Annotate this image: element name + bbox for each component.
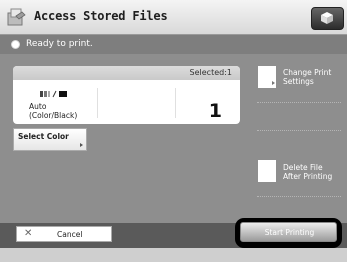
print-settings-panel: Selected:1 Auto (Color/Black) 1	[13, 66, 240, 124]
label-line: Settings	[283, 77, 314, 86]
divider	[257, 196, 341, 197]
delete-file-label: Delete File After Printing	[283, 163, 332, 181]
color-mode-icon	[40, 90, 67, 98]
cancel-button[interactable]: ✕ Cancel	[16, 226, 112, 242]
panel-divider	[175, 88, 176, 118]
close-icon: ✕	[24, 228, 33, 239]
select-color-button[interactable]: Select Color	[13, 128, 87, 151]
delete-file-after-printing-toggle[interactable]: Delete File After Printing	[258, 160, 339, 193]
label-line: After Printing	[283, 172, 333, 181]
arrow-right-icon	[272, 81, 275, 85]
select-color-label: Select Color	[18, 132, 69, 141]
change-print-settings-label: Change Print Settings	[283, 68, 331, 86]
cube-icon	[321, 12, 333, 24]
screen: Access Stored Files Ready to print. Sele…	[0, 0, 347, 262]
status-icon	[11, 40, 20, 49]
access-files-icon	[7, 8, 26, 26]
color-mode-line1: Auto	[29, 102, 47, 111]
divider	[257, 130, 341, 131]
cube-button[interactable]	[311, 7, 344, 30]
bottom-strip	[0, 248, 347, 262]
status-text: Ready to print.	[26, 39, 93, 49]
cancel-label: Cancel	[57, 230, 83, 239]
panel-header: Selected:1	[13, 66, 240, 80]
start-printing-button[interactable]: Start Printing	[240, 222, 337, 242]
label-line: Change Print	[283, 68, 332, 77]
selected-count: Selected:1	[189, 68, 232, 77]
label-line: Delete File	[283, 163, 323, 172]
color-mode-label: Auto (Color/Black)	[29, 102, 99, 120]
divider	[257, 102, 341, 103]
color-mode-line2: (Color/Black)	[29, 111, 78, 120]
toggle-face	[258, 160, 276, 182]
start-printing-label: Start Printing	[264, 228, 315, 237]
copy-count: 1	[208, 100, 222, 122]
header-bar: Access Stored Files	[0, 0, 347, 35]
arrow-right-icon	[80, 143, 83, 147]
change-print-settings-button[interactable]: Change Print Settings	[258, 66, 339, 99]
panel-divider	[97, 88, 98, 118]
page-title: Access Stored Files	[34, 9, 168, 23]
